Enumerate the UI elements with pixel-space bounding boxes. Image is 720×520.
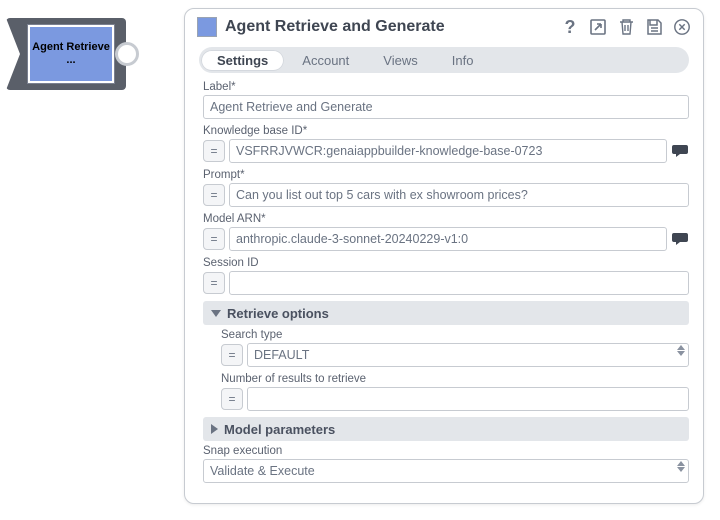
searchtype-select[interactable] [247, 343, 689, 367]
model-input[interactable] [229, 227, 667, 251]
tab-account[interactable]: Account [286, 50, 365, 71]
field-prompt-label: Prompt* [203, 169, 689, 181]
panel-title: Agent Retrieve and Generate [225, 18, 553, 36]
node-output-port[interactable] [115, 42, 139, 66]
field-label: Label* [203, 81, 689, 119]
prompt-input[interactable] [229, 183, 689, 207]
field-label-text: Label* [203, 81, 689, 93]
trash-icon[interactable] [617, 18, 635, 36]
field-snapexec-label: Snap execution [203, 445, 689, 457]
session-input[interactable] [229, 271, 689, 295]
numresults-input[interactable] [247, 387, 689, 411]
node-label: Agent Retrieve ... [28, 25, 114, 83]
suggest-icon[interactable] [671, 232, 689, 246]
expression-toggle[interactable]: = [203, 184, 225, 206]
field-numresults-label: Number of results to retrieve [221, 373, 689, 385]
field-prompt: Prompt* = [203, 169, 689, 207]
field-model-label: Model ARN* [203, 213, 689, 225]
close-icon[interactable] [673, 18, 691, 36]
field-knowledge-base: Knowledge base ID* = [203, 125, 689, 163]
chevron-right-icon [211, 424, 218, 434]
save-icon[interactable] [645, 18, 663, 36]
tab-bar: Settings Account Views Info [199, 47, 689, 73]
properties-panel: Agent Retrieve and Generate ? Settings A… [184, 8, 704, 504]
section-title: Model parameters [224, 422, 335, 437]
panel-header: Agent Retrieve and Generate ? [185, 9, 703, 43]
section-model-parameters[interactable]: Model parameters [203, 417, 689, 441]
expression-toggle[interactable]: = [221, 344, 243, 366]
suggest-icon[interactable] [671, 144, 689, 158]
section-retrieve-options[interactable]: Retrieve options [203, 301, 689, 325]
field-searchtype-label: Search type [221, 329, 689, 341]
label-input[interactable] [203, 95, 689, 119]
snapexec-select[interactable] [203, 459, 689, 483]
tab-info[interactable]: Info [436, 50, 490, 71]
field-kb-label: Knowledge base ID* [203, 125, 689, 137]
field-num-results: Number of results to retrieve = [221, 373, 689, 411]
expression-toggle[interactable]: = [203, 272, 225, 294]
field-session-label: Session ID [203, 257, 689, 269]
help-icon[interactable]: ? [561, 18, 579, 36]
tab-views[interactable]: Views [367, 50, 433, 71]
select-stepper[interactable] [677, 461, 685, 472]
tab-settings[interactable]: Settings [201, 50, 284, 71]
export-icon[interactable] [589, 18, 607, 36]
field-snap-execution: Snap execution [203, 445, 689, 483]
expression-toggle[interactable]: = [203, 140, 225, 162]
field-model-arn: Model ARN* = [203, 213, 689, 251]
node-color-swatch [197, 17, 217, 37]
chevron-down-icon [211, 310, 221, 317]
workflow-node[interactable]: Agent Retrieve ... [6, 18, 138, 90]
select-stepper[interactable] [677, 345, 685, 356]
form-body: Label* Knowledge base ID* = Prompt* = Mo… [185, 81, 703, 503]
section-title: Retrieve options [227, 306, 329, 321]
field-session-id: Session ID = [203, 257, 689, 295]
expression-toggle[interactable]: = [221, 388, 243, 410]
expression-toggle[interactable]: = [203, 228, 225, 250]
field-search-type: Search type = [221, 329, 689, 367]
kb-input[interactable] [229, 139, 667, 163]
